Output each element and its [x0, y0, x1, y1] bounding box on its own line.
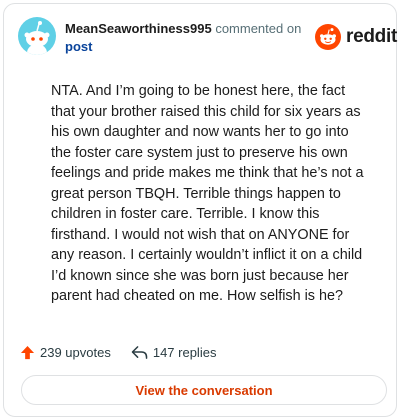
reddit-snoo-icon [315, 24, 341, 50]
reddit-logo[interactable]: reddit [315, 24, 397, 50]
replies-button[interactable]: 147 replies [131, 344, 217, 360]
upvote-count: 239 upvotes [40, 344, 111, 360]
reply-arrow-icon [131, 345, 148, 359]
comment-header: MeanSeaworthiness995 commented on post [65, 20, 305, 56]
reddit-wordmark: reddit [346, 26, 397, 47]
comment-card: MeanSeaworthiness995 commented on post r… [3, 3, 397, 417]
post-link[interactable]: post [65, 39, 92, 54]
upvote-button[interactable]: 239 upvotes [20, 345, 111, 360]
replies-count: 147 replies [152, 344, 217, 360]
view-conversation-button[interactable]: View the conversation [21, 375, 387, 405]
comment-body: NTA. And I’m going to be honest here, th… [51, 83, 364, 304]
username[interactable]: MeanSeaworthiness995 [65, 21, 212, 36]
comment-actions: 239 upvotes 147 replies [20, 342, 216, 362]
snoo-avatar-icon [24, 21, 50, 55]
upvote-arrow-icon [20, 345, 35, 359]
user-avatar[interactable] [18, 17, 56, 55]
commented-on-text: commented on [215, 21, 302, 36]
